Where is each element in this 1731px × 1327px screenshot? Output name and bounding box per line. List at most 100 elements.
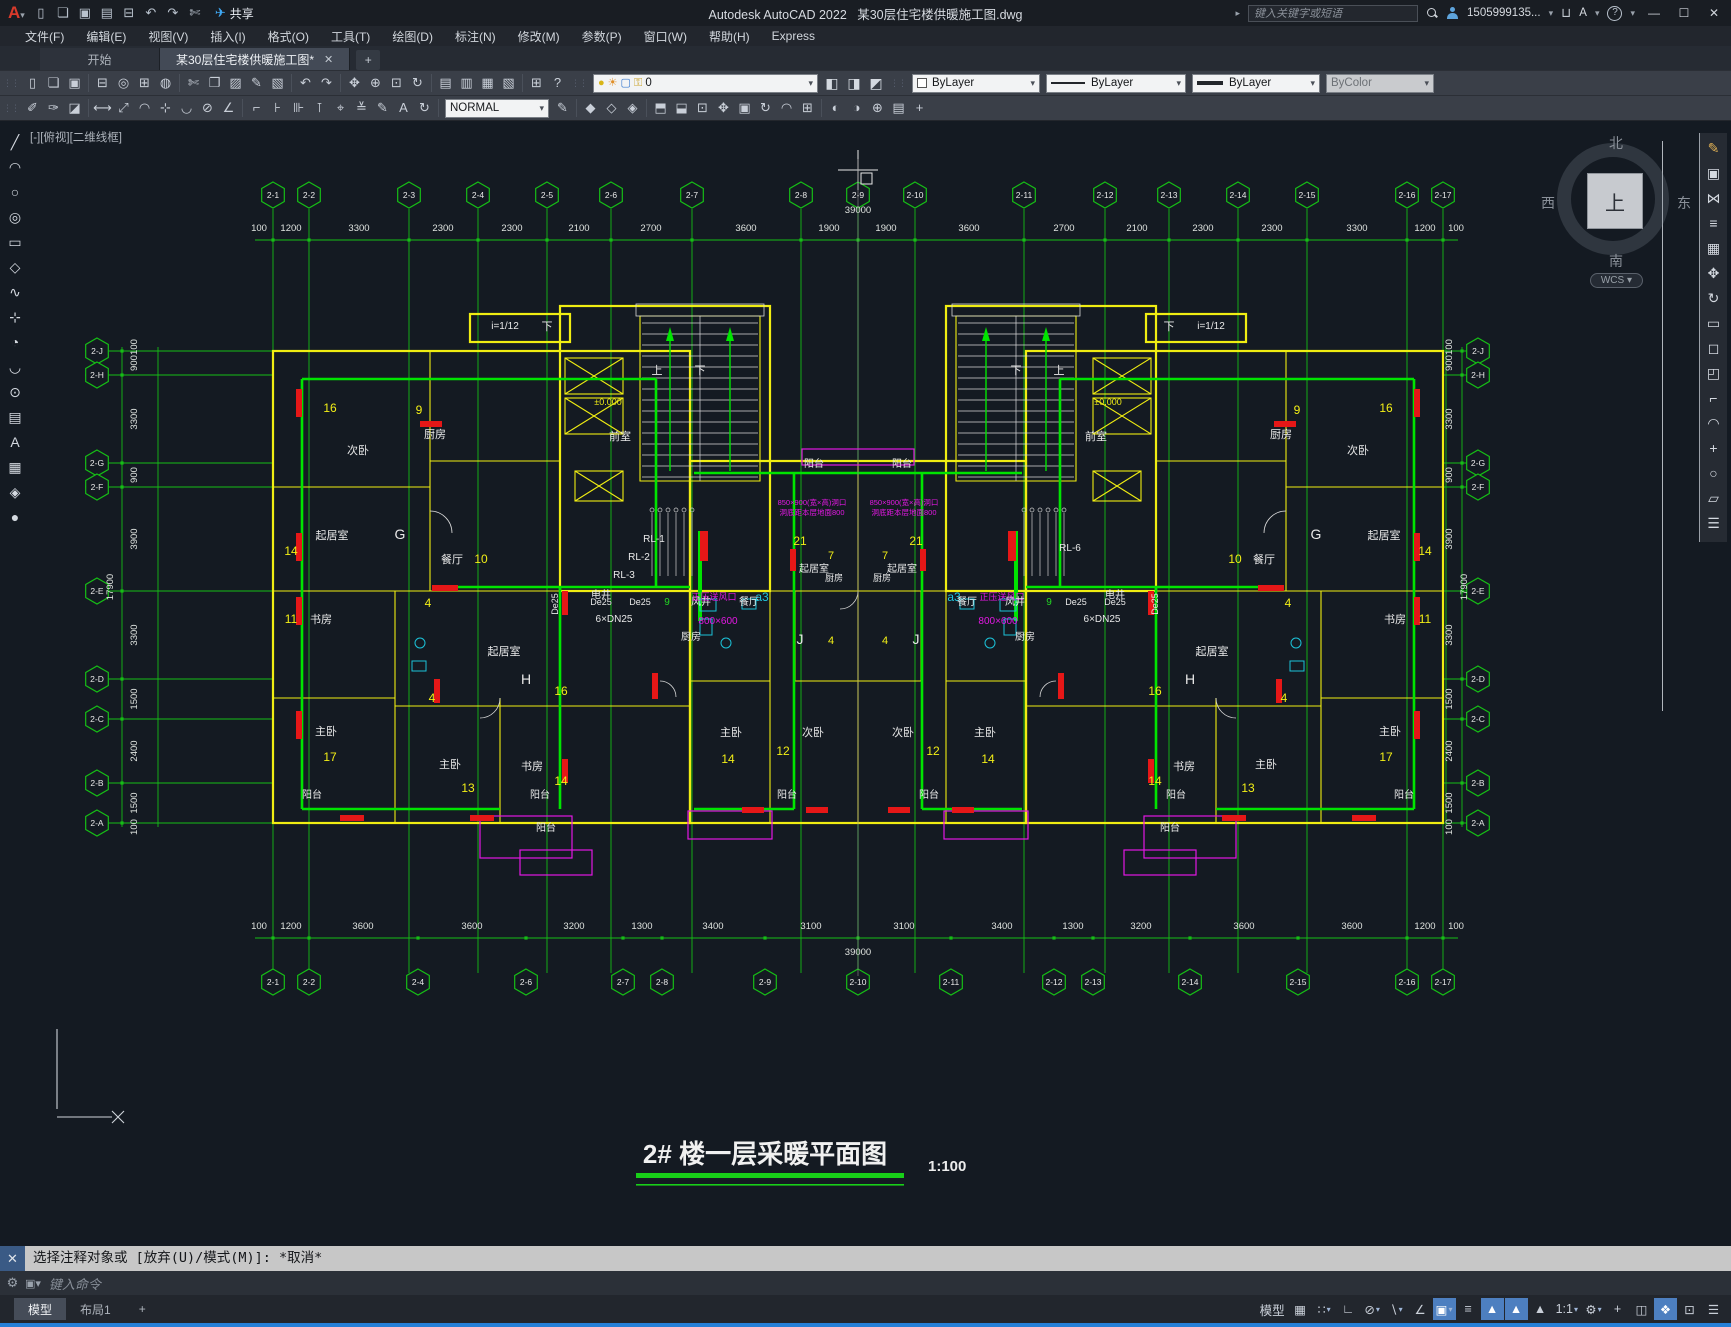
modify-tool-icon[interactable]: ○ [1703,462,1725,484]
viewcube-south[interactable]: 南 [1609,251,1623,271]
qat-icon[interactable]: ▯ [31,3,51,23]
layer-tool-icon[interactable]: ◩ [865,72,887,94]
draw-tool-icon[interactable]: ● [4,506,26,528]
menu-编辑(E)[interactable]: 编辑(E) [75,28,137,45]
toolbar-icon[interactable]: ▨ [225,73,246,93]
viewcube-west[interactable]: 西 [1541,193,1555,213]
modify-tool-icon[interactable]: ▭ [1703,312,1725,334]
app-store-icon[interactable]: ⊔ [1561,5,1571,21]
dim-tool-icon[interactable]: ∠ [218,98,239,118]
status-toggle[interactable]: ∷ ▾ [1313,1298,1336,1320]
status-toggle[interactable]: 1:1 ▾ [1553,1298,1581,1320]
menu-视图(V)[interactable]: 视图(V) [137,28,199,45]
tool-icon[interactable]: ⊡ [692,98,713,118]
menu-参数(P)[interactable]: 参数(P) [571,28,633,45]
dim-tool-icon[interactable]: ⤢ [113,98,134,118]
toolbar-icon[interactable]: ▦ [477,73,498,93]
toolbar-icon[interactable]: ◍ [155,73,176,93]
search-icon[interactable] [1426,7,1438,19]
tab-close-icon[interactable]: ✕ [324,53,333,66]
modify-tool-icon[interactable]: ≡ [1703,212,1725,234]
tool-icon[interactable]: ⊞ [797,98,818,118]
wcs-dropdown[interactable]: WCS ▾ [1589,273,1643,288]
search-expand-icon[interactable]: ▸ [1236,8,1241,19]
draw-tool-icon[interactable]: ╱ [4,131,26,153]
draw-tool-icon[interactable]: ◈ [4,481,26,503]
menu-Express[interactable]: Express [761,29,826,43]
toolbar-icon[interactable]: ▣ [64,73,85,93]
autocad-logo-icon[interactable]: A▾ [0,3,31,23]
dim-tool-icon[interactable]: ⊦ [267,98,288,118]
draw-tool-icon[interactable]: ○ [4,181,26,203]
plotstyle-dropdown[interactable]: ByColor ▾ [1326,73,1434,93]
layer-state-icon[interactable]: ⚿ [634,77,642,89]
draw-tool-icon[interactable]: ∿ [4,281,26,303]
toolbar-icon[interactable]: ✥ [344,73,365,93]
help-icon[interactable]: ? [1607,5,1623,21]
toolbar-icon[interactable]: ⊕ [365,73,386,93]
tab-layout1[interactable]: 布局1 [66,1298,125,1320]
viewcube-east[interactable]: 东 [1677,193,1691,213]
toolbar-icon[interactable]: ↷ [316,73,337,93]
draw-tool-icon[interactable]: ▤ [4,406,26,428]
share-icon[interactable]: ✈ [215,5,226,21]
toolbar-icon[interactable]: ❏ [43,73,64,93]
tool-icon[interactable]: ⊕ [867,98,888,118]
modify-tool-icon[interactable]: + [1703,437,1725,459]
menu-帮助(H)[interactable]: 帮助(H) [698,28,761,45]
qat-icon[interactable]: ▣ [75,3,95,23]
linetype-dropdown[interactable]: ByLayer ▾ [1046,73,1186,93]
close-button[interactable]: ✕ [1703,6,1725,20]
dim-tool-icon[interactable]: ↻ [414,98,435,118]
menu-窗口(W)[interactable]: 窗口(W) [633,28,698,45]
maximize-button[interactable]: ☐ [1673,6,1695,20]
tool-icon[interactable]: ⬒ [650,98,671,118]
modify-tool-icon[interactable]: ▣ [1703,162,1725,184]
dim-tool-icon[interactable]: ⌖ [330,98,351,118]
layer-dropdown[interactable]: ● ☀ ▢ ⚿ 0 ▾ [593,73,818,93]
toolbar-icon[interactable]: ▧ [267,73,288,93]
viewcube-north[interactable]: 北 [1609,133,1623,153]
status-toggle[interactable]: ▦ [1289,1298,1312,1320]
draw-tool-icon[interactable]: A [4,431,26,453]
qat-icon[interactable]: ⊟ [119,3,139,23]
menu-工具(T)[interactable]: 工具(T) [320,28,381,45]
toolbar-icon[interactable]: ▯ [22,73,43,93]
draw-tool-icon[interactable]: ◡ [4,356,26,378]
toolbar-icon[interactable]: ↶ [295,73,316,93]
status-toggle[interactable]: ▣ ▾ [1432,1298,1456,1320]
tool-icon[interactable]: ✎ [552,98,573,118]
toolbar-icon[interactable]: ⊟ [92,73,113,93]
layer-state-icon[interactable]: ▢ [621,77,631,89]
search-input[interactable]: 键入关键字或短语 [1248,4,1419,22]
menu-标注(N)[interactable]: 标注(N) [444,28,507,45]
toolbar-icon[interactable]: ▤ [435,73,456,93]
draw-tool-icon[interactable]: ◇ [4,256,26,278]
lineweight-dropdown[interactable]: ByLayer ▾ [1192,73,1320,93]
toolbar-icon[interactable]: ? [547,73,568,93]
dim-tool-icon[interactable]: ⌐ [246,98,267,118]
command-close-icon[interactable]: ✕ [0,1246,25,1271]
tool-icon[interactable]: ⬓ [671,98,692,118]
draw-tool-icon[interactable]: ◔ [4,331,26,353]
toolbar-icon[interactable]: ▧ [498,73,519,93]
status-toggle[interactable]: ⊡ [1678,1298,1701,1320]
toolbar-icon[interactable]: ↻ [407,73,428,93]
status-toggle[interactable]: ⊘ ▾ [1361,1298,1384,1320]
dim-tool-icon[interactable]: ◪ [64,98,85,118]
modify-tool-icon[interactable]: ↻ [1703,287,1725,309]
dim-tool-icon[interactable]: ✎ [372,98,393,118]
qat-icon[interactable]: ✄ [185,3,205,23]
menu-插入(I)[interactable]: 插入(I) [199,28,256,45]
menu-格式(O)[interactable]: 格式(O) [257,28,320,45]
tool-icon[interactable]: ✥ [713,98,734,118]
toolbar-icon[interactable]: ❐ [204,73,225,93]
toolbar-icon[interactable]: ⊡ [386,73,407,93]
draw-tool-icon[interactable]: ▦ [4,456,26,478]
draw-tool-icon[interactable]: ◠ [4,156,26,178]
qat-icon[interactable]: ↷ [163,3,183,23]
toolbar-icon[interactable]: ▥ [456,73,477,93]
dim-tool-icon[interactable]: ≚ [351,98,372,118]
status-toggle[interactable]: ∖ ▾ [1385,1298,1408,1320]
command-input-row[interactable]: ⚙ ▣▾ 键入命令 [0,1271,1731,1295]
